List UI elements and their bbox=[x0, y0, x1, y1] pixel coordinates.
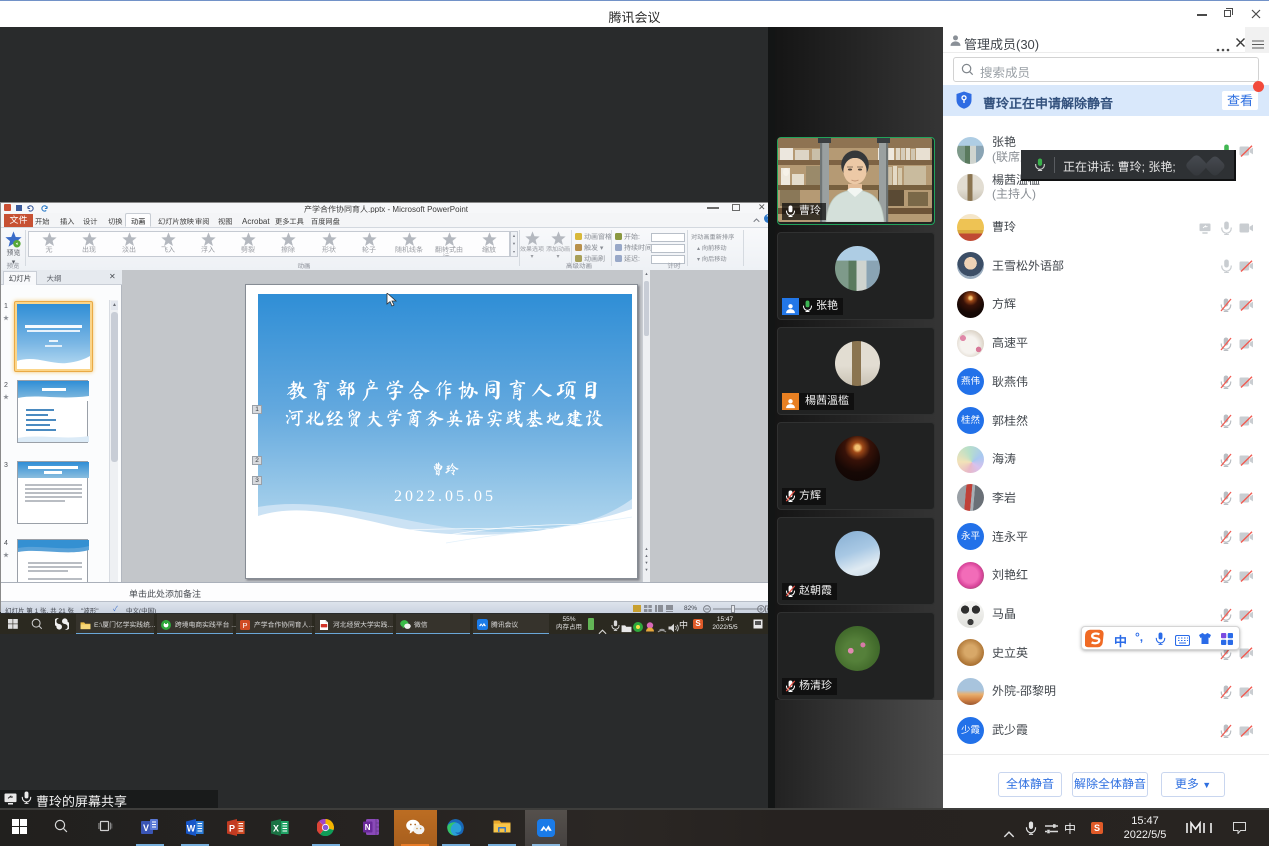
svg-text:P: P bbox=[242, 621, 247, 630]
svg-text:W: W bbox=[187, 824, 196, 834]
svg-text:X: X bbox=[273, 824, 279, 834]
svg-text:N: N bbox=[365, 823, 371, 832]
svg-text:V: V bbox=[143, 823, 149, 833]
svg-text:P: P bbox=[229, 824, 235, 834]
